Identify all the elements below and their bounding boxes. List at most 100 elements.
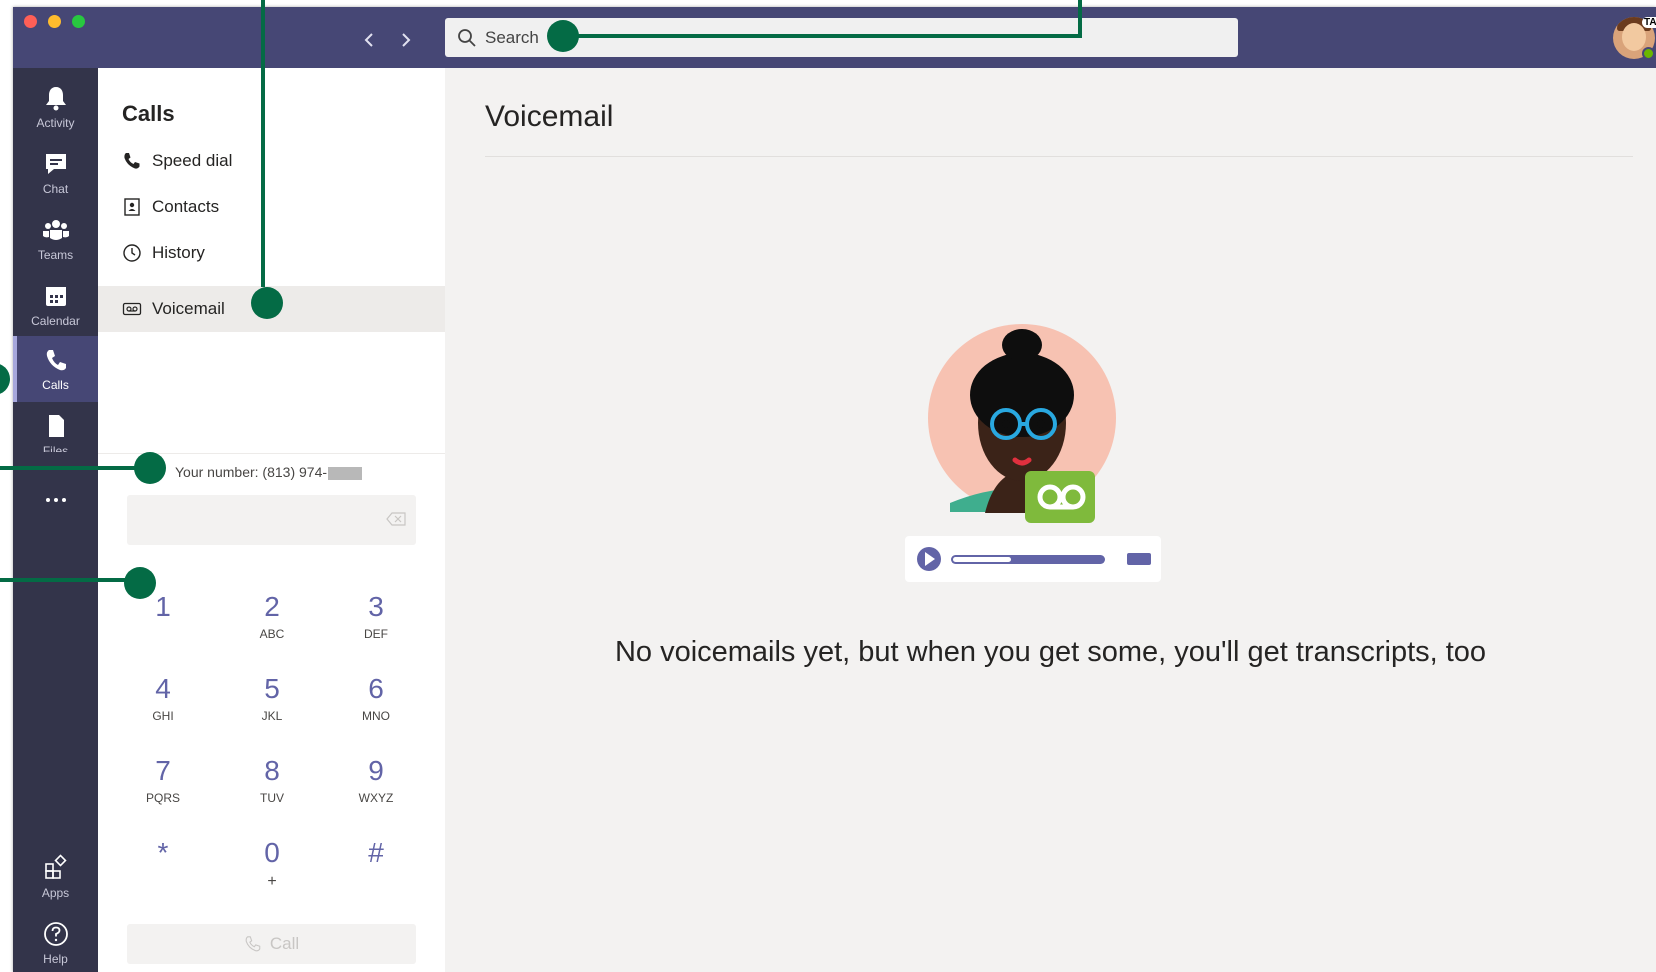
rail-item-label: Calendar <box>31 314 80 328</box>
avatar-face <box>1622 23 1646 51</box>
callout-line <box>261 0 265 287</box>
key-letters: JKL <box>261 709 283 723</box>
voicemail-main: Voicemail No voicemails yet, but when yo… <box>445 68 1656 972</box>
rail-item-label: Files <box>42 444 69 452</box>
app-rail: Activity Chat Teams Calendar Calls Files… <box>13 68 98 972</box>
rail-item-teams[interactable]: Teams <box>13 206 98 272</box>
calls-panel: Calls Speed dial Contacts History Voicem… <box>98 68 445 972</box>
maximize-window-button[interactable] <box>72 15 85 28</box>
calls-title: Calls <box>122 101 175 126</box>
rail-item-apps[interactable]: Apps <box>13 844 98 910</box>
keypad-key-3[interactable]: 3 DEF <box>336 590 416 656</box>
rail-item-label: Teams <box>37 248 74 262</box>
calls-item-label: History <box>152 243 205 262</box>
rail-item-chat[interactable]: Chat <box>13 140 98 206</box>
voicemail-icon <box>122 302 142 316</box>
key-digit: 2 <box>264 591 280 622</box>
key-digit: 8 <box>264 755 280 786</box>
calls-item-label: Voicemail <box>152 299 225 318</box>
key-letters: GHI <box>152 709 174 723</box>
callout-dot-calls <box>0 363 10 395</box>
key-letters: DEF <box>364 627 388 641</box>
file-icon <box>48 415 64 437</box>
calls-item-speed-dial[interactable]: Speed dial <box>98 138 445 184</box>
call-button[interactable]: Call <box>127 924 416 964</box>
keypad-key-9[interactable]: 9 WXYZ <box>336 754 416 820</box>
dial-number-input[interactable] <box>127 495 416 545</box>
key-digit: 5 <box>264 673 280 704</box>
rail-item-label: Activity <box>36 116 75 130</box>
phone-icon <box>124 153 140 169</box>
minimize-window-button[interactable] <box>48 15 61 28</box>
callout-line <box>563 34 1082 38</box>
call-button-label: Call <box>269 934 300 953</box>
rail-item-calendar[interactable]: Calendar <box>13 272 98 338</box>
keypad-key-2[interactable]: 2 ABC <box>232 590 312 656</box>
calls-item-history[interactable]: History <box>98 230 445 276</box>
key-digit: # <box>368 837 384 868</box>
calls-item-label: Contacts <box>152 197 220 216</box>
calendar-icon <box>45 287 66 306</box>
key-letters: + <box>267 873 277 890</box>
keypad-key-5[interactable]: 5 JKL <box>232 672 312 738</box>
key-letters: TUV <box>260 791 284 805</box>
back-arrow-icon[interactable] <box>360 29 380 51</box>
key-letters: ABC <box>259 627 285 641</box>
phone-icon <box>46 350 66 371</box>
keypad-key-8[interactable]: 8 TUV <box>232 754 312 820</box>
teams-icon <box>42 220 69 240</box>
callout-line <box>0 466 150 470</box>
search-placeholder: Search <box>485 27 539 47</box>
voicemail-illustration <box>905 324 1161 582</box>
help-icon <box>43 922 68 946</box>
rail-item-calls[interactable]: Calls <box>13 336 98 402</box>
key-digit: 6 <box>368 673 384 704</box>
callout-dot <box>251 287 283 319</box>
empty-state-message: No voicemails yet, but when you get some… <box>614 636 1487 668</box>
phone-icon <box>245 936 261 952</box>
callout-line <box>0 578 140 582</box>
more-apps-button[interactable] <box>13 478 98 518</box>
presence-available-icon <box>1642 47 1655 60</box>
rail-item-activity[interactable]: Activity <box>13 74 98 140</box>
number-redaction <box>328 466 363 480</box>
callout-line <box>1078 0 1082 37</box>
close-window-button[interactable] <box>24 15 37 28</box>
rail-item-label: Apps <box>41 886 70 900</box>
calls-item-contacts[interactable]: Contacts <box>98 184 445 230</box>
rail-item-files[interactable]: Files <box>13 402 98 452</box>
clock-icon <box>123 244 141 262</box>
contact-card-icon <box>124 198 140 216</box>
forward-arrow-icon[interactable] <box>395 29 415 51</box>
key-digit: * <box>157 837 169 868</box>
chat-icon <box>45 154 66 174</box>
keypad-key-1[interactable]: 1 <box>123 590 203 656</box>
teams-window: Search TAF Activity Chat <box>13 7 1656 972</box>
backspace-icon[interactable] <box>386 512 406 526</box>
keypad-key-star[interactable]: * <box>123 836 203 902</box>
apps-icon <box>44 854 67 879</box>
key-digit: 7 <box>155 755 171 786</box>
rail-item-help[interactable]: Help <box>13 910 98 972</box>
rail-item-label: Calls <box>42 378 69 392</box>
keypad-key-6[interactable]: 6 MNO <box>336 672 416 738</box>
key-digit: 0 <box>264 837 280 868</box>
keypad-key-0[interactable]: 0 + <box>232 836 312 902</box>
key-letters: PQRS <box>145 791 180 805</box>
title-divider <box>485 156 1633 157</box>
rail-item-label: Help <box>43 952 68 966</box>
bell-icon <box>45 87 66 111</box>
keypad-key-hash[interactable]: # <box>336 836 416 902</box>
rail-item-label: Chat <box>42 182 69 196</box>
keypad-key-7[interactable]: 7 PQRS <box>123 754 203 820</box>
keypad-key-4[interactable]: 4 GHI <box>123 672 203 738</box>
search-icon <box>458 28 476 47</box>
key-digit: 4 <box>155 673 171 704</box>
key-digit: 3 <box>368 591 384 622</box>
more-icon <box>45 498 66 502</box>
key-letters: WXYZ <box>358 791 394 805</box>
your-number-label: Your number: (813) 974- <box>175 464 328 480</box>
callout-dot <box>124 567 156 599</box>
calls-item-label: Speed dial <box>152 151 233 170</box>
avatar-tag: TAF <box>1642 17 1656 28</box>
